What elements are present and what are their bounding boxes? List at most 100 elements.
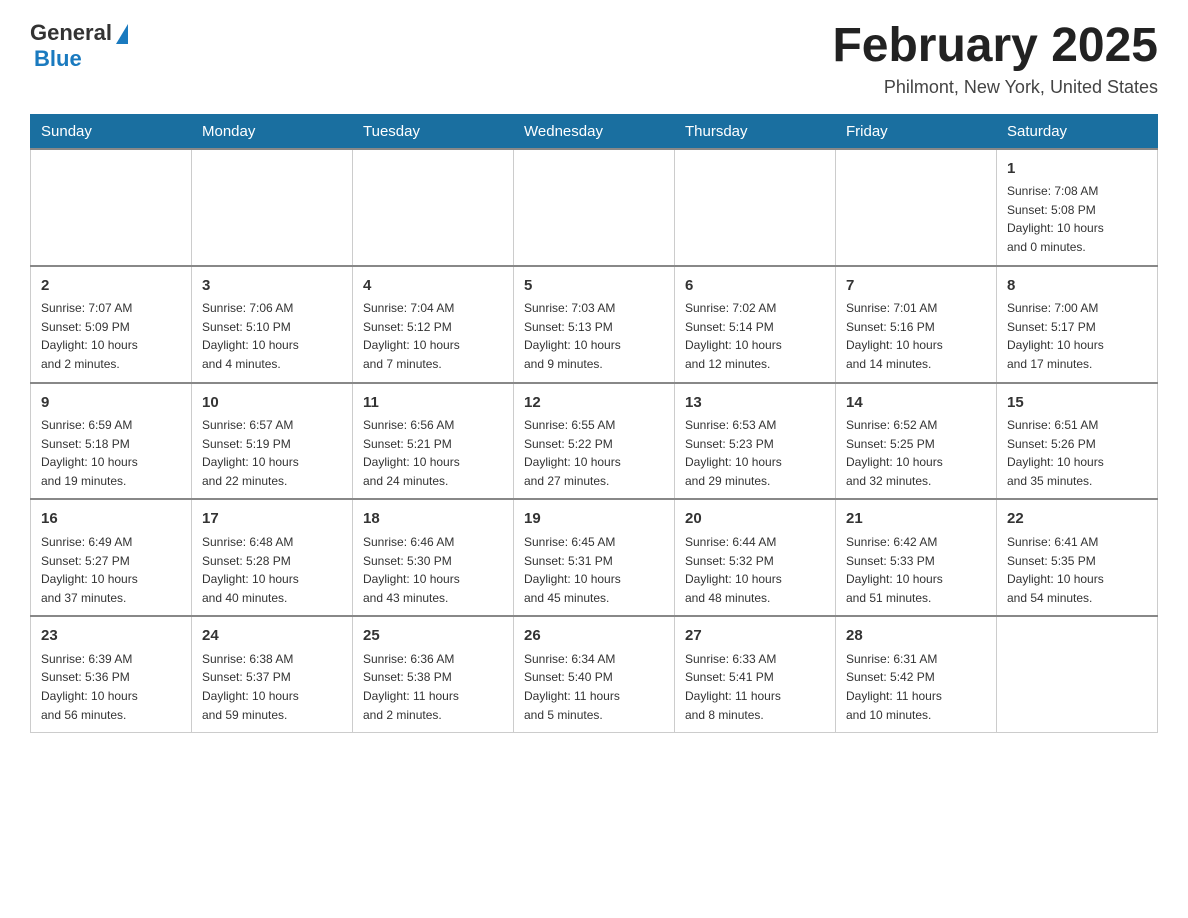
calendar-cell: 21Sunrise: 6:42 AM Sunset: 5:33 PM Dayli… <box>836 499 997 616</box>
day-number: 12 <box>524 392 664 415</box>
day-info: Sunrise: 6:36 AM Sunset: 5:38 PM Dayligh… <box>363 650 503 724</box>
day-info: Sunrise: 6:31 AM Sunset: 5:42 PM Dayligh… <box>846 650 986 724</box>
day-info: Sunrise: 6:52 AM Sunset: 5:25 PM Dayligh… <box>846 416 986 490</box>
calendar-cell: 15Sunrise: 6:51 AM Sunset: 5:26 PM Dayli… <box>997 383 1158 500</box>
day-number: 19 <box>524 508 664 531</box>
day-info: Sunrise: 6:44 AM Sunset: 5:32 PM Dayligh… <box>685 533 825 607</box>
calendar-week-4: 16Sunrise: 6:49 AM Sunset: 5:27 PM Dayli… <box>31 499 1158 616</box>
calendar-header-saturday: Saturday <box>997 114 1158 149</box>
day-info: Sunrise: 6:56 AM Sunset: 5:21 PM Dayligh… <box>363 416 503 490</box>
day-number: 8 <box>1007 275 1147 298</box>
calendar-cell: 9Sunrise: 6:59 AM Sunset: 5:18 PM Daylig… <box>31 383 192 500</box>
calendar-cell: 14Sunrise: 6:52 AM Sunset: 5:25 PM Dayli… <box>836 383 997 500</box>
day-info: Sunrise: 7:08 AM Sunset: 5:08 PM Dayligh… <box>1007 182 1147 256</box>
calendar-header-row: SundayMondayTuesdayWednesdayThursdayFrid… <box>31 114 1158 149</box>
calendar-cell: 16Sunrise: 6:49 AM Sunset: 5:27 PM Dayli… <box>31 499 192 616</box>
calendar-cell: 18Sunrise: 6:46 AM Sunset: 5:30 PM Dayli… <box>353 499 514 616</box>
day-info: Sunrise: 6:42 AM Sunset: 5:33 PM Dayligh… <box>846 533 986 607</box>
calendar-cell <box>836 149 997 266</box>
day-number: 21 <box>846 508 986 531</box>
calendar-week-3: 9Sunrise: 6:59 AM Sunset: 5:18 PM Daylig… <box>31 383 1158 500</box>
day-number: 5 <box>524 275 664 298</box>
day-number: 1 <box>1007 158 1147 181</box>
logo-triangle-icon <box>116 24 128 44</box>
location: Philmont, New York, United States <box>832 77 1158 98</box>
day-info: Sunrise: 6:34 AM Sunset: 5:40 PM Dayligh… <box>524 650 664 724</box>
calendar-cell: 12Sunrise: 6:55 AM Sunset: 5:22 PM Dayli… <box>514 383 675 500</box>
calendar-header-monday: Monday <box>192 114 353 149</box>
day-info: Sunrise: 6:38 AM Sunset: 5:37 PM Dayligh… <box>202 650 342 724</box>
calendar-header-friday: Friday <box>836 114 997 149</box>
calendar-cell: 3Sunrise: 7:06 AM Sunset: 5:10 PM Daylig… <box>192 266 353 383</box>
calendar-cell: 2Sunrise: 7:07 AM Sunset: 5:09 PM Daylig… <box>31 266 192 383</box>
calendar-cell <box>31 149 192 266</box>
calendar-cell: 22Sunrise: 6:41 AM Sunset: 5:35 PM Dayli… <box>997 499 1158 616</box>
day-number: 16 <box>41 508 181 531</box>
day-number: 26 <box>524 625 664 648</box>
day-number: 2 <box>41 275 181 298</box>
day-info: Sunrise: 6:48 AM Sunset: 5:28 PM Dayligh… <box>202 533 342 607</box>
calendar-cell <box>997 616 1158 732</box>
day-info: Sunrise: 7:02 AM Sunset: 5:14 PM Dayligh… <box>685 299 825 373</box>
day-info: Sunrise: 7:00 AM Sunset: 5:17 PM Dayligh… <box>1007 299 1147 373</box>
calendar-cell: 19Sunrise: 6:45 AM Sunset: 5:31 PM Dayli… <box>514 499 675 616</box>
calendar-cell: 26Sunrise: 6:34 AM Sunset: 5:40 PM Dayli… <box>514 616 675 732</box>
title-section: February 2025 Philmont, New York, United… <box>832 20 1158 98</box>
calendar-cell: 5Sunrise: 7:03 AM Sunset: 5:13 PM Daylig… <box>514 266 675 383</box>
calendar-cell: 8Sunrise: 7:00 AM Sunset: 5:17 PM Daylig… <box>997 266 1158 383</box>
day-number: 10 <box>202 392 342 415</box>
day-number: 15 <box>1007 392 1147 415</box>
day-info: Sunrise: 6:53 AM Sunset: 5:23 PM Dayligh… <box>685 416 825 490</box>
calendar-cell: 20Sunrise: 6:44 AM Sunset: 5:32 PM Dayli… <box>675 499 836 616</box>
day-number: 3 <box>202 275 342 298</box>
day-number: 14 <box>846 392 986 415</box>
calendar-cell: 23Sunrise: 6:39 AM Sunset: 5:36 PM Dayli… <box>31 616 192 732</box>
day-info: Sunrise: 6:55 AM Sunset: 5:22 PM Dayligh… <box>524 416 664 490</box>
calendar-cell: 4Sunrise: 7:04 AM Sunset: 5:12 PM Daylig… <box>353 266 514 383</box>
calendar-week-2: 2Sunrise: 7:07 AM Sunset: 5:09 PM Daylig… <box>31 266 1158 383</box>
day-number: 25 <box>363 625 503 648</box>
calendar-cell: 25Sunrise: 6:36 AM Sunset: 5:38 PM Dayli… <box>353 616 514 732</box>
day-info: Sunrise: 7:06 AM Sunset: 5:10 PM Dayligh… <box>202 299 342 373</box>
day-number: 13 <box>685 392 825 415</box>
calendar-cell: 7Sunrise: 7:01 AM Sunset: 5:16 PM Daylig… <box>836 266 997 383</box>
calendar-cell: 1Sunrise: 7:08 AM Sunset: 5:08 PM Daylig… <box>997 149 1158 266</box>
day-info: Sunrise: 6:51 AM Sunset: 5:26 PM Dayligh… <box>1007 416 1147 490</box>
header: General Blue February 2025 Philmont, New… <box>30 20 1158 98</box>
logo: General Blue <box>30 20 128 72</box>
calendar-cell: 13Sunrise: 6:53 AM Sunset: 5:23 PM Dayli… <box>675 383 836 500</box>
day-info: Sunrise: 6:41 AM Sunset: 5:35 PM Dayligh… <box>1007 533 1147 607</box>
day-number: 18 <box>363 508 503 531</box>
calendar-cell: 11Sunrise: 6:56 AM Sunset: 5:21 PM Dayli… <box>353 383 514 500</box>
calendar-cell <box>675 149 836 266</box>
calendar-cell <box>192 149 353 266</box>
day-info: Sunrise: 6:33 AM Sunset: 5:41 PM Dayligh… <box>685 650 825 724</box>
day-number: 20 <box>685 508 825 531</box>
day-number: 22 <box>1007 508 1147 531</box>
day-number: 27 <box>685 625 825 648</box>
day-info: Sunrise: 7:04 AM Sunset: 5:12 PM Dayligh… <box>363 299 503 373</box>
calendar-week-1: 1Sunrise: 7:08 AM Sunset: 5:08 PM Daylig… <box>31 149 1158 266</box>
day-number: 11 <box>363 392 503 415</box>
calendar-cell: 6Sunrise: 7:02 AM Sunset: 5:14 PM Daylig… <box>675 266 836 383</box>
month-title: February 2025 <box>832 20 1158 73</box>
day-info: Sunrise: 6:46 AM Sunset: 5:30 PM Dayligh… <box>363 533 503 607</box>
calendar-week-5: 23Sunrise: 6:39 AM Sunset: 5:36 PM Dayli… <box>31 616 1158 732</box>
calendar-cell: 17Sunrise: 6:48 AM Sunset: 5:28 PM Dayli… <box>192 499 353 616</box>
logo-general-text: General <box>30 20 112 46</box>
calendar-cell: 10Sunrise: 6:57 AM Sunset: 5:19 PM Dayli… <box>192 383 353 500</box>
day-number: 28 <box>846 625 986 648</box>
calendar-header-thursday: Thursday <box>675 114 836 149</box>
day-info: Sunrise: 7:03 AM Sunset: 5:13 PM Dayligh… <box>524 299 664 373</box>
day-info: Sunrise: 7:07 AM Sunset: 5:09 PM Dayligh… <box>41 299 181 373</box>
calendar-cell <box>353 149 514 266</box>
calendar-header-sunday: Sunday <box>31 114 192 149</box>
page: General Blue February 2025 Philmont, New… <box>0 0 1188 763</box>
day-number: 17 <box>202 508 342 531</box>
day-number: 4 <box>363 275 503 298</box>
day-info: Sunrise: 6:57 AM Sunset: 5:19 PM Dayligh… <box>202 416 342 490</box>
calendar-header-wednesday: Wednesday <box>514 114 675 149</box>
day-info: Sunrise: 6:59 AM Sunset: 5:18 PM Dayligh… <box>41 416 181 490</box>
day-info: Sunrise: 6:49 AM Sunset: 5:27 PM Dayligh… <box>41 533 181 607</box>
day-number: 9 <box>41 392 181 415</box>
